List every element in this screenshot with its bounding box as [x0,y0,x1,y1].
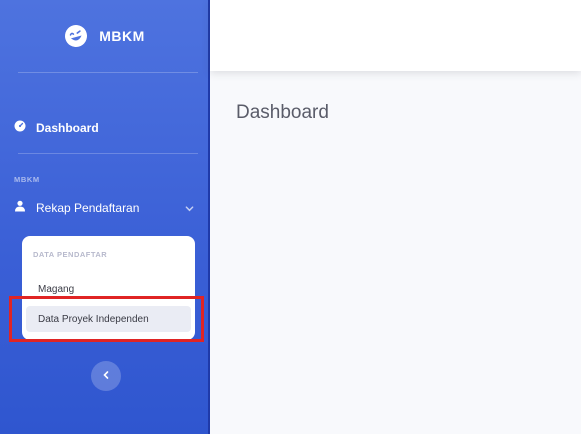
sidebar: MBKM Dashboard MBKM Rekap Pendaftaran DA… [0,0,210,434]
submenu-heading: DATA PENDAFTAR [33,250,108,259]
chevron-down-icon [184,203,194,213]
sidebar-divider [18,72,198,73]
submenu-item-data-proyek-independen[interactable]: Data Proyek Independen [26,306,191,332]
brand-name: MBKM [99,28,145,44]
nav-item-dashboard[interactable]: Dashboard [14,115,204,141]
sidebar-divider [18,153,198,154]
laugh-wink-icon [60,20,92,52]
sidebar-toggle-button[interactable] [91,361,121,391]
nav-item-rekap-label: Rekap Pendaftaran [36,201,140,215]
submenu-data-pendaftar: DATA PENDAFTAR Magang Data Proyek Indepe… [22,236,195,340]
chevron-left-icon [101,367,111,385]
submenu-item-magang[interactable]: Magang [26,276,191,302]
main-content: Dashboard [210,71,581,434]
nav-item-dashboard-label: Dashboard [36,121,99,135]
app-window: MBKM Dashboard MBKM Rekap Pendaftaran DA… [0,0,581,434]
topbar [210,0,581,71]
tachometer-icon [14,119,26,137]
nav-item-rekap-pendaftaran[interactable]: Rekap Pendaftaran [14,195,204,221]
page-title: Dashboard [236,101,329,123]
user-icon [14,199,26,217]
sidebar-section-heading: MBKM [14,175,40,184]
sidebar-brand[interactable]: MBKM [0,0,208,72]
